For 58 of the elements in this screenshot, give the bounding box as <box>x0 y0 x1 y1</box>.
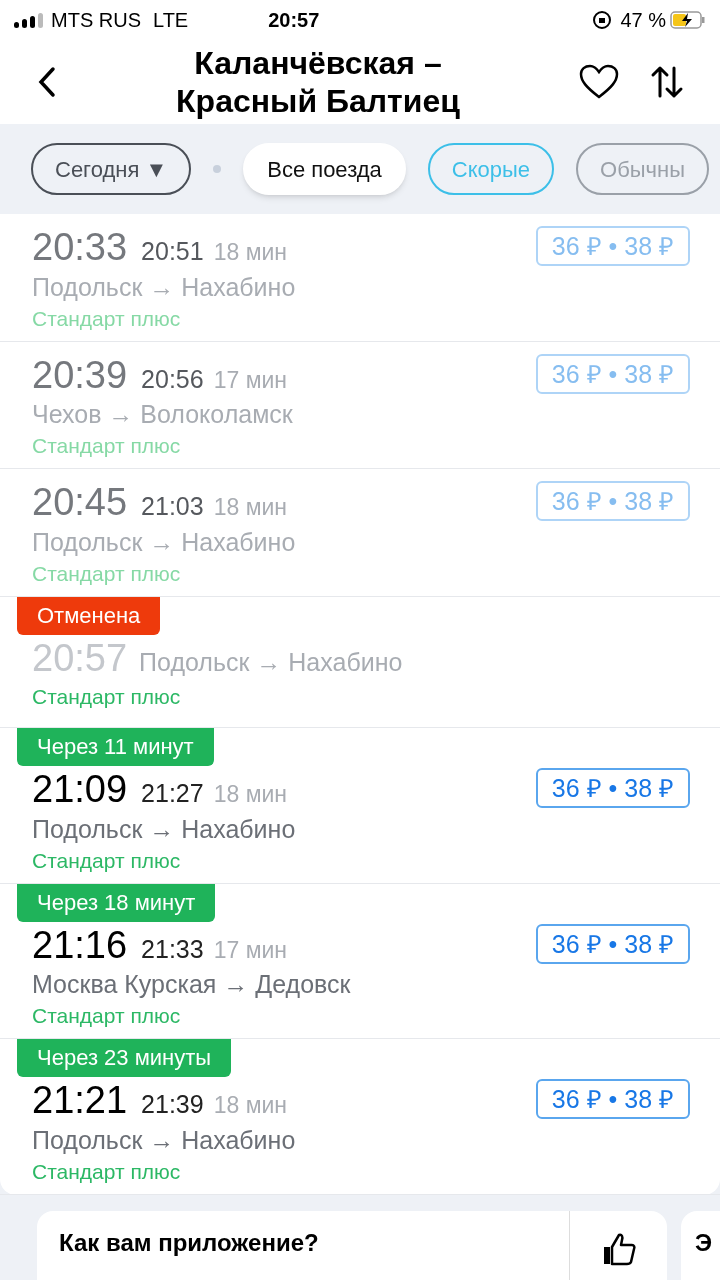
arrival-time: 21:39 <box>141 1089 204 1120</box>
feedback-card[interactable]: Как вам приложение? <box>37 1210 667 1280</box>
departure-time: 20:33 <box>32 225 128 270</box>
route-text: Чехов → Волоколамск <box>32 399 294 430</box>
route-text: Подольск → Нахабино <box>32 1124 297 1156</box>
category-text: Стандарт плюс <box>32 847 182 874</box>
departure-time: 20:45 <box>32 480 128 525</box>
route-title: Красный Балтиец <box>176 82 460 120</box>
favorite-heart-icon[interactable] <box>578 63 620 101</box>
departure-time: 21:21 <box>32 1078 128 1123</box>
duration-text: 18 мин <box>213 238 287 267</box>
countdown-badge: Через 23 минуты <box>17 1039 232 1077</box>
arrival-time: 21:27 <box>141 778 204 809</box>
price-button[interactable]: 36 ₽ • 38 ₽ <box>535 768 690 808</box>
route-text: Подольск → Нахабино <box>32 271 297 303</box>
price-button[interactable]: 36 ₽ • 38 ₽ <box>535 923 690 964</box>
countdown-badge: Через 11 минут <box>17 728 214 766</box>
cancelled-badge: Отменена <box>17 596 161 635</box>
category-text: Стандарт плюс <box>32 305 182 332</box>
arrival-time: 21:03 <box>141 491 204 522</box>
departure-time: 21:16 <box>32 922 128 968</box>
departure-time: 21:09 <box>32 767 128 812</box>
arrival-time: 20:56 <box>141 363 204 395</box>
swap-arrows-icon[interactable] <box>650 65 684 99</box>
duration-text: 18 мин <box>213 780 287 809</box>
back-icon[interactable] <box>36 66 58 98</box>
card-title: Как вам приложение? <box>59 1227 320 1258</box>
signal-icon <box>14 12 43 28</box>
category-text: Стандарт плюс <box>32 560 182 587</box>
price-button[interactable]: 36 ₽ • 38 ₽ <box>535 1079 690 1119</box>
countdown-badge: Через 18 минут <box>17 883 216 922</box>
rotation-lock-icon <box>592 10 613 30</box>
category-text: Стандарт плюс <box>32 1003 182 1029</box>
route-text: Москва Курская → Дедовск <box>32 969 352 1000</box>
filter-chip[interactable]: Сегодня ▼ <box>31 143 192 195</box>
filter-chip[interactable]: Все поезда <box>243 143 406 195</box>
card-title: Э <box>695 1227 714 1258</box>
network-text: LTE <box>153 8 189 33</box>
filter-chip[interactable]: Обычны <box>576 143 710 195</box>
route-text: Подольск → Нахабино <box>32 813 297 845</box>
carrier-text: MTS RUS <box>51 8 141 33</box>
departure-time: 20:39 <box>32 352 128 398</box>
clock-text: 20:57 <box>268 8 320 33</box>
arrival-time: 20:51 <box>141 236 204 267</box>
category-text: Стандарт плюс <box>32 684 182 710</box>
duration-text: 18 мин <box>213 1091 287 1120</box>
category-text: Стандарт плюс <box>32 1158 182 1185</box>
route-text: Подольск → Нахабино <box>32 526 297 558</box>
feedback-card[interactable]: Э <box>681 1210 720 1280</box>
duration-text: 17 мин <box>213 365 287 395</box>
duration-text: 17 мин <box>213 935 287 965</box>
route-title: Каланчёвская – <box>194 44 442 82</box>
departure-time: 20:57 <box>32 635 128 681</box>
battery-text: 47 % <box>620 8 666 33</box>
arrival-time: 21:33 <box>141 933 204 965</box>
duration-text: 18 мин <box>213 493 287 522</box>
category-text: Стандарт плюс <box>32 433 182 459</box>
route-text: Подольск → Нахабино <box>139 646 403 678</box>
